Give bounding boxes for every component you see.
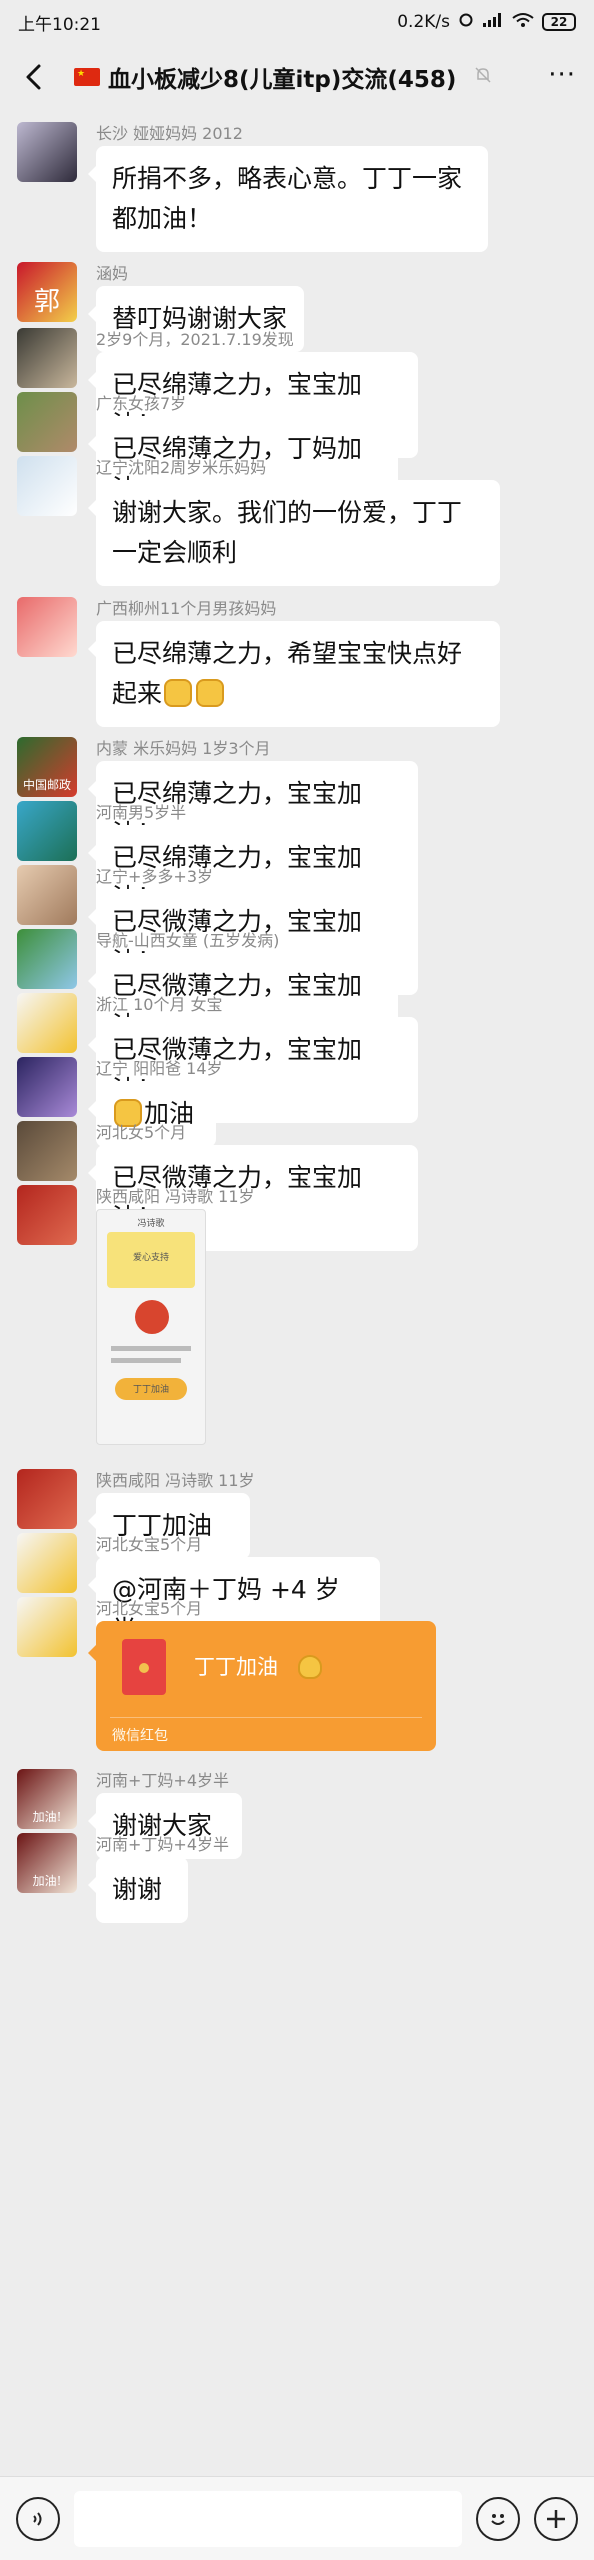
sender-name: 河北女宝5个月 xyxy=(96,1535,203,1554)
avatar[interactable] xyxy=(17,597,77,657)
voice-button[interactable] xyxy=(16,2497,60,2541)
red-packet[interactable]: 丁丁加油微信红包 xyxy=(88,1621,436,1751)
emoji-icon xyxy=(491,2514,505,2525)
avatar-text: 加油! xyxy=(32,1874,62,1888)
avatar[interactable] xyxy=(17,801,77,861)
battery-icon: 22 xyxy=(542,13,576,31)
input-bar xyxy=(0,2476,594,2560)
red-packet-divider xyxy=(110,1717,422,1718)
message-bubble[interactable]: 谢谢大家。我们的一份爱，丁丁一定会顺利 xyxy=(88,480,500,586)
avatar-text: 加油! xyxy=(32,1810,62,1824)
more-button[interactable]: ··· xyxy=(548,62,576,88)
plus-icon xyxy=(547,2510,565,2528)
sender-name: 内蒙 米乐妈妈 1岁3个月 xyxy=(96,739,271,758)
sender-name: 河南+丁妈+4岁半 xyxy=(96,1835,229,1854)
message-bubble[interactable]: 已尽绵薄之力，希望宝宝快点好起来 xyxy=(88,621,500,727)
avatar[interactable]: 加油! xyxy=(17,1833,77,1893)
message-input[interactable] xyxy=(74,2491,462,2547)
chat-title-text: 血小板减少8(儿童itp)交流(458) xyxy=(108,67,457,93)
muscle-emoji-icon xyxy=(298,1655,322,1679)
sender-name: 导航-山西女童 (五岁发病) xyxy=(96,931,280,950)
chevron-left-icon xyxy=(26,64,41,90)
avatar[interactable] xyxy=(17,993,77,1053)
message-text: 所捐不多，略表心意。丁丁一家都加油！ xyxy=(112,164,463,233)
sender-name: 河北女5个月 xyxy=(96,1123,187,1142)
avatar[interactable] xyxy=(17,1533,77,1593)
sender-name: 河南+丁妈+4岁半 xyxy=(96,1771,229,1790)
avatar[interactable] xyxy=(17,328,77,388)
status-time: 上午10:21 xyxy=(18,14,101,35)
sender-name: 广西柳州11个月男孩妈妈 xyxy=(96,599,277,618)
message-text: 谢谢大家。我们的一份爱，丁丁一定会顺利 xyxy=(112,498,463,567)
avatar-text: 中国邮政 xyxy=(22,778,71,792)
avatar[interactable] xyxy=(17,1121,77,1181)
image-text: 丁丁加油 xyxy=(132,1385,169,1395)
back-button[interactable] xyxy=(16,59,52,95)
sender-name: 辽宁+多多+3岁 xyxy=(96,867,213,886)
fist-emoji-icon xyxy=(196,679,225,707)
avatar-text: 郭 xyxy=(33,287,60,317)
sender-name: 陕西咸阳 冯诗歌 11岁 xyxy=(96,1471,255,1490)
red-envelope-icon xyxy=(122,1639,166,1695)
china-flag-icon xyxy=(74,68,100,86)
chat-header: 血小板减少8(儿童itp)交流(458) ··· xyxy=(0,44,594,110)
avatar[interactable]: 中国邮政 xyxy=(17,737,77,797)
sender-name: 辽宁 阳阳爸 14岁 xyxy=(96,1059,223,1078)
wifi-icon xyxy=(512,12,534,33)
sender-name: 涵妈 xyxy=(96,264,129,283)
sender-name: 浙江 10个月 女宝 xyxy=(96,995,223,1014)
image-text: 爱心支持 xyxy=(132,1253,169,1263)
message-bubble[interactable]: 所捐不多，略表心意。丁丁一家都加油！ xyxy=(88,146,488,252)
image-text: 冯诗歌 xyxy=(137,1219,165,1229)
red-packet-label: 微信红包 xyxy=(112,1728,168,1744)
avatar[interactable] xyxy=(17,392,77,452)
sender-name: 2岁9个月，2021.7.19发现 xyxy=(96,330,294,349)
avatar[interactable] xyxy=(17,456,77,516)
avatar[interactable]: 郭 xyxy=(17,262,77,322)
avatar[interactable]: 加油! xyxy=(17,1769,77,1829)
sender-name: 广东女孩7岁 xyxy=(96,394,187,413)
sender-name: 长沙 娅娅妈妈 2012 xyxy=(96,124,243,143)
fist-emoji-icon xyxy=(164,679,193,707)
avatar[interactable] xyxy=(17,122,77,182)
avatar[interactable] xyxy=(17,865,77,925)
emoji-button[interactable] xyxy=(476,2497,520,2541)
sender-name: 河南男5岁半 xyxy=(96,803,187,822)
status-bar: 上午10:21 0.2K/s 22 xyxy=(0,0,594,44)
voice-icon xyxy=(33,2512,42,2526)
sender-name: 河北女宝5个月 xyxy=(96,1599,203,1618)
message-text: 谢谢 xyxy=(112,1875,163,1904)
sender-name: 辽宁沈阳2周岁米乐妈妈 xyxy=(96,458,267,477)
avatar[interactable] xyxy=(17,1185,77,1245)
signal-icon xyxy=(482,12,504,33)
message-bubble[interactable]: 谢谢 xyxy=(88,1857,188,1923)
chat-title: 血小板减少8(儿童itp)交流(458) xyxy=(74,60,492,94)
status-indicators: 0.2K/s 22 xyxy=(397,12,576,33)
image-message[interactable]: 冯诗歌爱心支持丁丁加油 xyxy=(96,1209,206,1445)
link-icon xyxy=(458,12,474,33)
avatar[interactable] xyxy=(17,1469,77,1529)
sender-name: 陕西咸阳 冯诗歌 11岁 xyxy=(96,1187,255,1206)
mute-bell-icon xyxy=(474,66,492,88)
avatar[interactable] xyxy=(17,1597,77,1657)
network-speed: 0.2K/s xyxy=(397,12,450,32)
red-packet-text: 丁丁加油 xyxy=(194,1655,278,1679)
avatar[interactable] xyxy=(17,929,77,989)
plus-button[interactable] xyxy=(534,2497,578,2541)
avatar[interactable] xyxy=(17,1057,77,1117)
